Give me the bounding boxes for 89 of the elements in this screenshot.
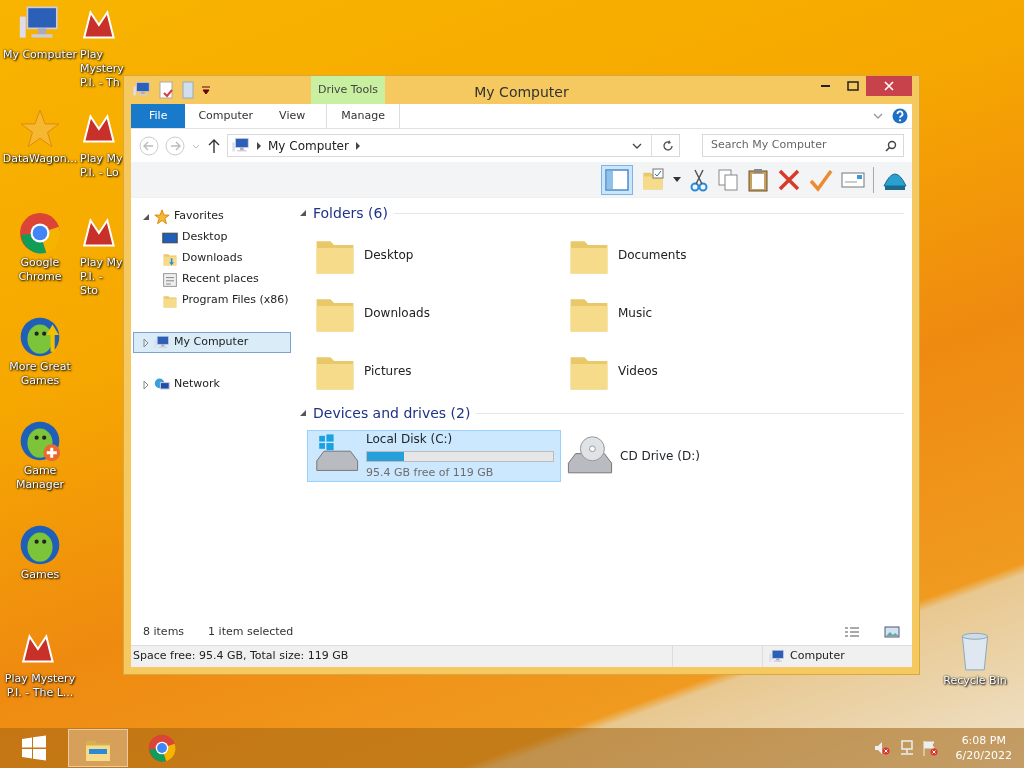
location-label: Computer bbox=[790, 648, 845, 665]
search-box[interactable]: Search My Computer bbox=[702, 134, 904, 157]
ribbon-tab[interactable]: View bbox=[266, 104, 319, 128]
breadcrumb-arrow-icon[interactable] bbox=[354, 141, 361, 150]
up-button[interactable] bbox=[207, 137, 221, 154]
context-tab-group: Drive Tools bbox=[311, 75, 385, 104]
close-button[interactable] bbox=[866, 76, 912, 96]
fish-icon[interactable] bbox=[19, 524, 61, 566]
up-arrow-icon bbox=[207, 137, 221, 154]
search-icon bbox=[885, 139, 897, 152]
maximize-icon bbox=[846, 81, 859, 91]
network-icon bbox=[154, 376, 170, 393]
desktop-icon-label: Play Mystery P.I. - The L... bbox=[3, 672, 77, 700]
folder-item[interactable]: Pictures bbox=[307, 346, 561, 396]
clock-date: 6/20/2022 bbox=[955, 748, 1012, 763]
clipboard-icon[interactable] bbox=[747, 167, 769, 192]
scissors-icon[interactable] bbox=[689, 167, 709, 192]
nav-item[interactable]: Downloads bbox=[133, 248, 291, 269]
expanded-arrow-icon[interactable] bbox=[299, 209, 307, 217]
disk-space-info: Space free: 95.4 GB, Total size: 119 GB bbox=[132, 648, 350, 665]
expanded-arrow-icon[interactable] bbox=[299, 409, 307, 417]
nav-item[interactable]: Favorites bbox=[133, 206, 291, 227]
nav-item[interactable]: Network bbox=[133, 374, 291, 395]
collapsed-arrow-icon[interactable] bbox=[142, 380, 150, 389]
desktop-icon-label: Play My P.I. - Sto bbox=[80, 256, 124, 298]
search-field[interactable]: Search My Computer bbox=[709, 136, 885, 155]
desktop-icon-label: Google Chrome bbox=[17, 256, 63, 284]
desktop-icon-label: Play Mystery P.I. - Th bbox=[80, 48, 124, 90]
desktop-icon-label: Game Manager bbox=[14, 464, 66, 492]
minimize-icon bbox=[821, 85, 830, 87]
selection-count: 1 item selected bbox=[208, 623, 294, 640]
taskbar-button[interactable] bbox=[68, 729, 128, 767]
clock-time: 6:08 PM bbox=[960, 733, 1007, 748]
drive-item[interactable]: Local Disk (C:) 95.4 GB free of 119 GB bbox=[307, 430, 561, 482]
breadcrumb-item[interactable]: My Computer bbox=[268, 136, 349, 155]
computer-icon bbox=[154, 334, 170, 351]
folder-item[interactable]: Downloads bbox=[307, 288, 561, 338]
check-icon[interactable] bbox=[809, 167, 833, 192]
drive-item[interactable]: CD Drive (D:) bbox=[561, 430, 815, 482]
desktop-icon-label: More Great Games bbox=[8, 360, 72, 388]
drive-free-space: 95.4 GB free of 119 GB bbox=[366, 465, 495, 482]
folder-item[interactable]: Videos bbox=[561, 346, 815, 396]
ribbon-tab[interactable]: Computer bbox=[185, 104, 267, 128]
flag-icon[interactable] bbox=[921, 740, 938, 756]
section-header[interactable]: Folders (6) bbox=[313, 202, 388, 224]
chrome-icon bbox=[148, 734, 176, 762]
document-icon bbox=[162, 271, 178, 288]
star-icon[interactable] bbox=[19, 108, 61, 150]
delete-icon[interactable] bbox=[777, 167, 801, 192]
expanded-arrow-icon[interactable] bbox=[142, 212, 150, 221]
desktop-icon-label: Play My P.I. - Lo bbox=[80, 152, 124, 180]
star-icon bbox=[154, 208, 170, 225]
ribbon-tab[interactable]: File bbox=[131, 104, 186, 128]
ribbon-tab[interactable]: Manage bbox=[326, 104, 400, 128]
item-count: 8 items bbox=[143, 623, 185, 640]
desktop-icon-label: Games bbox=[20, 568, 60, 582]
folder-item[interactable]: Desktop bbox=[307, 230, 561, 280]
nav-item[interactable]: My Computer bbox=[133, 332, 291, 353]
dropdown-icon[interactable] bbox=[673, 176, 681, 183]
folder-item[interactable]: Music bbox=[561, 288, 815, 338]
nav-item[interactable]: Recent places bbox=[133, 269, 291, 290]
details-view-icon[interactable] bbox=[844, 626, 860, 638]
collapsed-arrow-icon[interactable] bbox=[142, 338, 150, 347]
breadcrumb-arrow-icon bbox=[256, 141, 262, 150]
fish-icon[interactable] bbox=[19, 316, 61, 358]
folder-item[interactable]: Documents bbox=[561, 230, 815, 280]
windows-logo-icon bbox=[21, 735, 47, 761]
dropdown-icon[interactable] bbox=[201, 85, 211, 95]
desktop-icon-label: Recycle Bin bbox=[943, 674, 1007, 688]
desktop-icon-label: My Computer bbox=[2, 48, 78, 62]
chrome-icon[interactable] bbox=[19, 212, 61, 254]
close-icon bbox=[884, 81, 894, 91]
nav-item[interactable]: Program Files (x86) bbox=[133, 290, 291, 311]
window-title: My Computer bbox=[474, 83, 569, 102]
preview-pane-button[interactable] bbox=[601, 164, 633, 195]
section-header[interactable]: Devices and drives (2) bbox=[313, 402, 471, 424]
refresh-icon[interactable] bbox=[661, 138, 675, 153]
address-bar[interactable]: My Computer bbox=[227, 134, 680, 157]
fish-icon[interactable] bbox=[19, 420, 61, 462]
desktop-icon-label: DataWagon... bbox=[2, 152, 78, 166]
help-icon[interactable] bbox=[892, 108, 908, 124]
computer-icon bbox=[769, 648, 785, 665]
large-icons-view-icon[interactable] bbox=[884, 626, 900, 638]
properties-icon[interactable] bbox=[157, 81, 175, 99]
muted-speaker-icon[interactable] bbox=[873, 740, 890, 756]
nav-item[interactable]: Desktop bbox=[133, 227, 291, 248]
dropdown-icon[interactable] bbox=[632, 141, 642, 150]
folder-check-icon[interactable] bbox=[641, 167, 665, 192]
layout-icon bbox=[604, 167, 630, 192]
